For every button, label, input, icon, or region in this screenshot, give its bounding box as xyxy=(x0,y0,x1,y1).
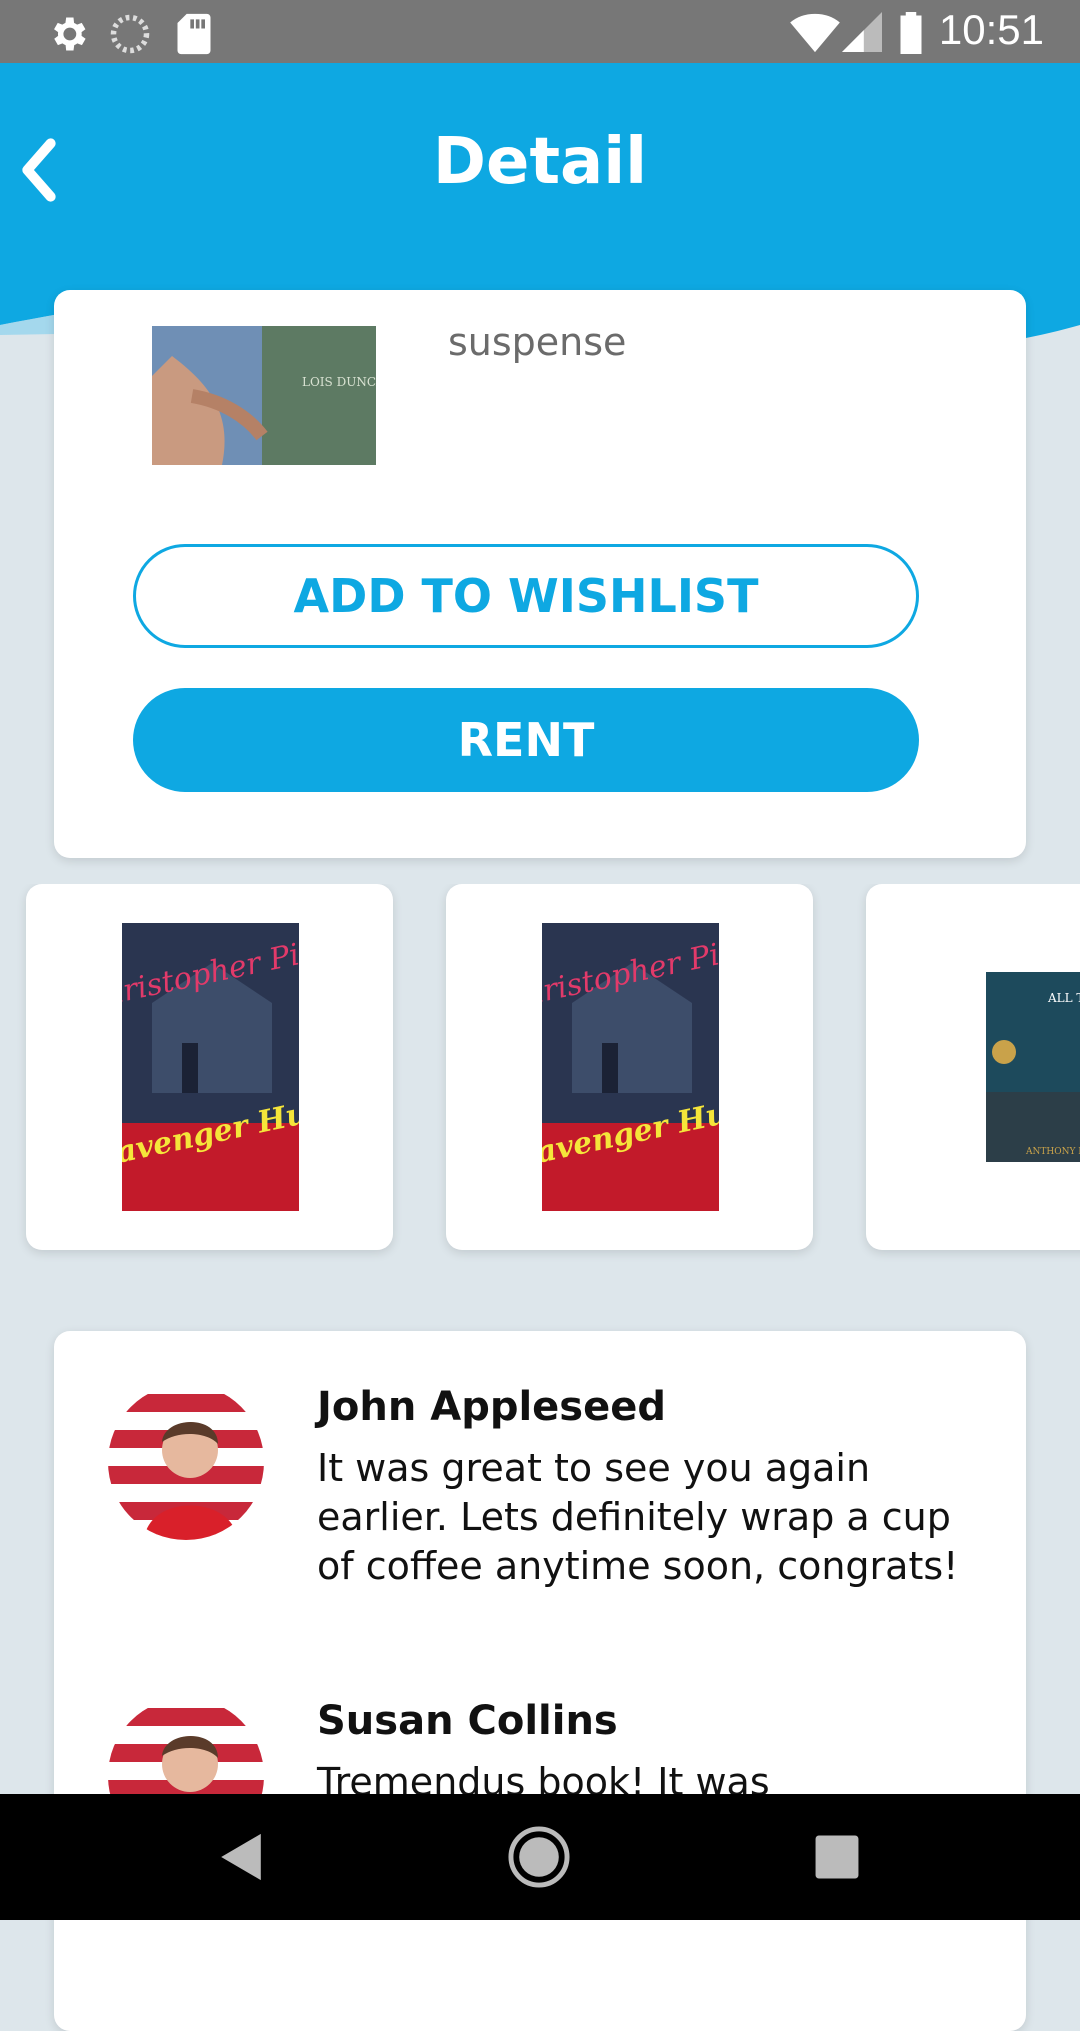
avatar xyxy=(108,1384,264,1540)
page-title: Detail xyxy=(432,125,648,199)
back-triangle-icon[interactable] xyxy=(208,1824,274,1890)
clock: 10:51 xyxy=(938,6,1044,53)
scavenger-hunt-cover: Christopher Pike Scavenger Hunt xyxy=(542,923,719,1211)
sync-icon xyxy=(110,14,150,54)
reviews-card: John Appleseed It was great to see you a… xyxy=(54,1331,1026,2031)
status-bar: 10:51 xyxy=(0,0,1080,63)
navigation-bar xyxy=(0,1794,1080,1920)
svg-text:ALL THE LIGHT WE CANNOT SEE: ALL THE LIGHT WE CANNOT SEE xyxy=(1047,991,1080,1005)
related-book-card[interactable]: Christopher Pike Scavenger Hunt xyxy=(26,884,393,1250)
settings-icon xyxy=(54,17,86,51)
review-text: It was great to see you again earlier. L… xyxy=(317,1446,959,1588)
recents-square-icon[interactable] xyxy=(804,1824,870,1890)
related-book-card[interactable]: Christopher Pike Scavenger Hunt xyxy=(446,884,813,1250)
scavenger-hunt-cover: Christopher Pike Scavenger Hunt xyxy=(122,923,299,1211)
wifi-icon xyxy=(790,13,840,53)
signal-icon xyxy=(842,12,882,52)
related-books-carousel[interactable]: Christopher Pike Scavenger Hunt Christop… xyxy=(0,884,1080,1278)
book-cover-image: LOIS DUNCAN xyxy=(152,326,376,465)
cover-author-text: LOIS DUNCAN xyxy=(302,375,376,389)
add-to-wishlist-button[interactable]: ADD TO WISHLIST xyxy=(133,544,919,648)
reviewer-name: John Appleseed xyxy=(317,1384,667,1430)
rent-button[interactable]: RENT xyxy=(133,688,919,792)
sd-card-icon xyxy=(177,13,211,55)
home-circle-icon[interactable] xyxy=(506,1824,572,1890)
book-genre: suspense xyxy=(448,320,627,364)
related-book-card[interactable]: ALL THE LIGHT WE CANNOT SEE ANTHONY DO xyxy=(866,884,1080,1250)
all-the-light-cover: ALL THE LIGHT WE CANNOT SEE ANTHONY DO xyxy=(986,972,1080,1162)
battery-icon xyxy=(900,12,922,54)
reviewer-name: Susan Collins xyxy=(317,1698,618,1744)
svg-text:ANTHONY DO: ANTHONY DO xyxy=(1025,1147,1080,1157)
